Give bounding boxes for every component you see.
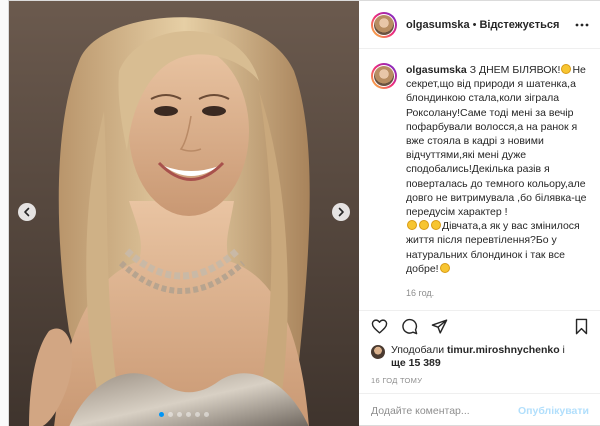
separator-dot: • bbox=[472, 18, 477, 31]
likes-prefix: Уподобали bbox=[391, 344, 445, 356]
comments-section: olgasumska З ДНЕМ БІЛЯВОК! Не секрет,що ві… bbox=[359, 49, 600, 310]
more-horizontal-icon bbox=[575, 23, 589, 26]
slide-dot bbox=[195, 412, 200, 417]
slide-dot bbox=[204, 412, 209, 417]
likes-count-link[interactable]: ще 15 389 bbox=[391, 357, 441, 369]
follow-button[interactable]: Відстежується bbox=[479, 19, 559, 31]
emoji-icon bbox=[439, 262, 450, 273]
likes-conjunction: і bbox=[562, 344, 565, 356]
share-button[interactable] bbox=[427, 314, 451, 338]
avatar-image bbox=[374, 66, 394, 86]
post-caption: olgasumska З ДНЕМ БІЛЯВОК! Не секрет,що ві… bbox=[371, 63, 589, 276]
bookmark-icon bbox=[575, 318, 587, 334]
comment-icon bbox=[401, 318, 417, 334]
post-header: olgasumska • Відстежується bbox=[359, 1, 600, 49]
liker-username[interactable]: timur.miroshnychenko bbox=[447, 344, 560, 356]
slide-dot bbox=[159, 412, 164, 417]
emoji-icon bbox=[407, 220, 417, 231]
post-side-panel: olgasumska • Відстежується olgasumska З ДНЕ… bbox=[359, 1, 600, 426]
chevron-left-icon bbox=[24, 207, 30, 217]
post-timestamp[interactable]: 16 год тому bbox=[371, 376, 589, 385]
action-bar bbox=[371, 311, 589, 341]
save-button[interactable] bbox=[569, 314, 593, 338]
slide-indicator bbox=[9, 412, 359, 417]
heart-icon bbox=[371, 318, 387, 334]
caption-text-part-2: Не секрет,що від природи я шатенка,а бло… bbox=[406, 64, 587, 219]
comment-form: Опублікувати bbox=[359, 393, 600, 426]
publish-button[interactable]: Опублікувати bbox=[518, 405, 589, 417]
slide-dot bbox=[177, 412, 182, 417]
post-modal: olgasumska • Відстежується olgasumska З ДНЕ… bbox=[8, 0, 600, 426]
emoji-icon bbox=[431, 220, 441, 231]
author-username[interactable]: olgasumska bbox=[406, 19, 470, 31]
avatar-image bbox=[374, 14, 394, 35]
liker-avatar[interactable] bbox=[371, 345, 385, 359]
more-options-button[interactable] bbox=[573, 16, 591, 34]
post-photo bbox=[9, 1, 359, 426]
paper-plane-icon bbox=[431, 318, 447, 334]
comment-input[interactable] bbox=[371, 404, 518, 417]
caption-text-part-1: З ДНЕМ БІЛЯВОК! bbox=[469, 64, 561, 76]
next-slide-button[interactable] bbox=[332, 203, 350, 221]
slide-dot bbox=[168, 412, 173, 417]
comment-button[interactable] bbox=[397, 314, 421, 338]
author-avatar[interactable] bbox=[371, 11, 397, 38]
caption-avatar[interactable] bbox=[371, 63, 397, 89]
emoji-icon bbox=[419, 220, 429, 231]
prev-slide-button[interactable] bbox=[18, 203, 36, 221]
chevron-right-icon bbox=[338, 207, 344, 217]
caption-text: olgasumska З ДНЕМ БІЛЯВОК! Не секрет,що ві… bbox=[406, 63, 589, 276]
slide-dot bbox=[186, 412, 191, 417]
like-button[interactable] bbox=[367, 314, 391, 338]
caption-timestamp: 16 год. bbox=[406, 288, 435, 299]
post-actions-area: Уподобали timur.miroshnychenko і ще 15 3… bbox=[359, 310, 600, 393]
caption-username[interactable]: olgasumska bbox=[406, 64, 467, 76]
portrait-image bbox=[9, 1, 359, 426]
emoji-icon bbox=[561, 64, 572, 74]
likes-summary: Уподобали timur.miroshnychenko і ще 15 3… bbox=[371, 344, 589, 370]
